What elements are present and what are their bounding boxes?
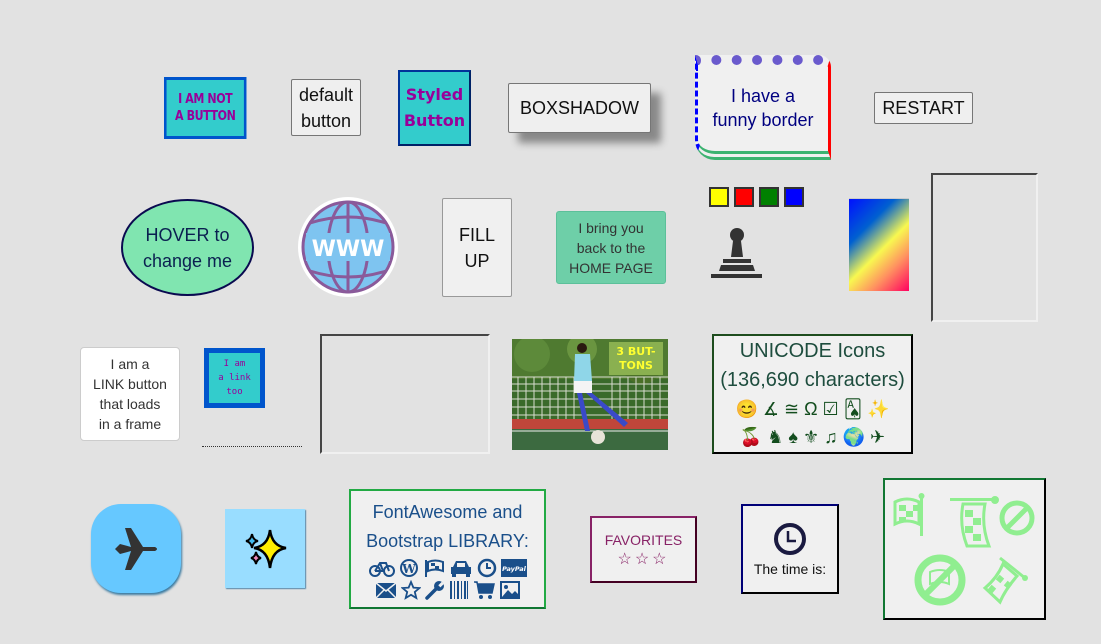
flags-icons <box>893 493 1035 606</box>
paypal-icon: PayPal <box>500 559 527 577</box>
funny-border-line1: I have a <box>730 86 796 106</box>
favorites-stars: ☆☆☆ <box>617 550 670 568</box>
flags-icons-box[interactable] <box>883 478 1046 620</box>
link-button-line1: I am a <box>110 356 150 372</box>
color-swatch-yellow[interactable] <box>709 187 729 207</box>
hover-button[interactable]: HOVER to change me <box>121 199 254 296</box>
time-label: The time is: <box>753 561 827 577</box>
link-too-line2: a link <box>218 373 251 383</box>
unicode-icons-box[interactable]: UNICODE Icons (136,690 characters) 😊 ∡ ≅… <box>712 334 913 454</box>
color-swatch-blue[interactable] <box>784 187 804 207</box>
boxshadow-button-label: BOXSHADOW <box>519 97 639 118</box>
checkered-flag-icon <box>893 493 925 536</box>
clock-icon <box>477 558 496 578</box>
home-page-button[interactable]: I bring you back to the HOME PAGE <box>556 211 666 284</box>
wrench-icon <box>424 581 444 600</box>
dotted-divider <box>202 446 302 447</box>
restart-button-label: RESTART <box>882 97 965 118</box>
home-page-line3: HOME PAGE <box>569 259 653 276</box>
soccer-player-image: 3 BUT- TONS <box>512 339 668 450</box>
default-button[interactable]: default button <box>291 79 361 136</box>
www-label: WWW <box>312 237 385 262</box>
envelope-icon <box>374 582 397 599</box>
waving-checkered-flag-icon <box>982 556 1028 605</box>
empty-iframe[interactable] <box>931 173 1038 322</box>
color-swatch-green[interactable] <box>759 187 779 207</box>
link-button-frame[interactable]: I am a LINK button that loads in a frame <box>80 347 180 441</box>
svg-text:W: W <box>401 562 416 576</box>
fill-up-button[interactable]: FILL UP <box>442 198 512 297</box>
bicycle-icon <box>368 562 395 577</box>
car-icon <box>450 561 471 577</box>
fill-up-line1: FILL <box>458 224 496 245</box>
checkered-banner-icon <box>950 496 999 548</box>
default-button-line1: default <box>298 84 354 105</box>
airplane-button[interactable] <box>91 504 181 593</box>
content-iframe[interactable] <box>320 334 490 454</box>
link-too-line3: too <box>226 387 243 397</box>
funny-border-button[interactable]: I have a funny border <box>695 55 831 160</box>
hover-button-line1: HOVER to <box>145 224 230 245</box>
color-swatch-red[interactable] <box>734 187 754 207</box>
fa-title-1: FontAwesome and <box>372 502 523 522</box>
sparkles-icon <box>245 529 287 568</box>
styled-button-line1: Styled <box>405 85 464 104</box>
barcode-icon <box>449 581 468 599</box>
pawn-button[interactable] <box>708 225 766 281</box>
sparkles-button[interactable] <box>225 509 305 588</box>
link-button-line3: that loads <box>99 396 161 412</box>
fa-title-2: Bootstrap LIBRARY: <box>366 531 529 551</box>
checkered-flag-icon <box>424 559 444 577</box>
fa-icons-row-1: W PayPal <box>368 558 527 578</box>
soccer-photo-button[interactable]: 3 BUT- TONS <box>512 339 668 450</box>
link-too-button[interactable]: I am a link too <box>204 348 265 408</box>
default-button-line2: button <box>300 110 352 131</box>
ban-icon <box>999 500 1035 536</box>
home-page-line2: back to the <box>576 239 646 256</box>
link-too-line1: I am <box>223 359 246 369</box>
star-outline-icon <box>400 580 421 600</box>
unicode-icons-row-1: 😊 ∡ ≅ Ω ☑ 🂡 ✨ <box>735 399 890 419</box>
www-globe-button[interactable]: WWW <box>298 197 398 297</box>
restart-button[interactable]: RESTART <box>874 92 973 124</box>
not-button-line1: I AM NOT <box>178 92 233 107</box>
fa-icons-row-2 <box>374 580 521 600</box>
fontawesome-library-box[interactable]: FontAwesome and Bootstrap LIBRARY: W Pay… <box>349 489 546 609</box>
shopping-cart-icon <box>473 581 495 599</box>
favorites-button[interactable]: FAVORITES ☆☆☆ <box>590 516 697 583</box>
no-flag-icon <box>914 554 966 606</box>
funny-border-line2: funny border <box>712 110 814 130</box>
www-globe-icon: WWW <box>301 200 395 294</box>
styled-button-line2: Button <box>403 111 466 130</box>
styled-button[interactable]: Styled Button <box>398 70 471 146</box>
clock-icon <box>774 523 806 555</box>
chess-pawn-icon <box>711 228 762 278</box>
link-button-line2: LINK button <box>93 376 167 392</box>
image-icon <box>499 581 520 599</box>
link-button-line4: in a frame <box>98 416 162 432</box>
gradient-button[interactable] <box>849 198 909 291</box>
not-a-button-box: I AM NOT A BUTTON <box>164 77 247 139</box>
photo-badge-line1: 3 BUT- <box>616 345 655 358</box>
svg-text:PayPal: PayPal <box>502 565 527 573</box>
unicode-title-1: UNICODE Icons <box>739 340 886 362</box>
unicode-icons-row-2: 🍒 ♞ ♠ ⚜ ♫ 🌍 ✈ <box>739 427 886 447</box>
not-button-line2: A BUTTON <box>175 109 236 124</box>
favorites-label: FAVORITES <box>604 531 683 548</box>
airplane-icon <box>115 527 157 570</box>
unicode-title-2: (136,690 characters) <box>720 369 905 391</box>
fill-up-line2: UP <box>464 250 490 271</box>
boxshadow-button[interactable]: BOXSHADOW <box>508 83 651 133</box>
home-page-line1: I bring you <box>578 219 644 236</box>
wordpress-icon: W <box>399 559 418 577</box>
photo-badge-line2: TONS <box>619 359 653 372</box>
time-box[interactable]: The time is: <box>741 504 839 594</box>
hover-button-line2: change me <box>142 250 233 271</box>
